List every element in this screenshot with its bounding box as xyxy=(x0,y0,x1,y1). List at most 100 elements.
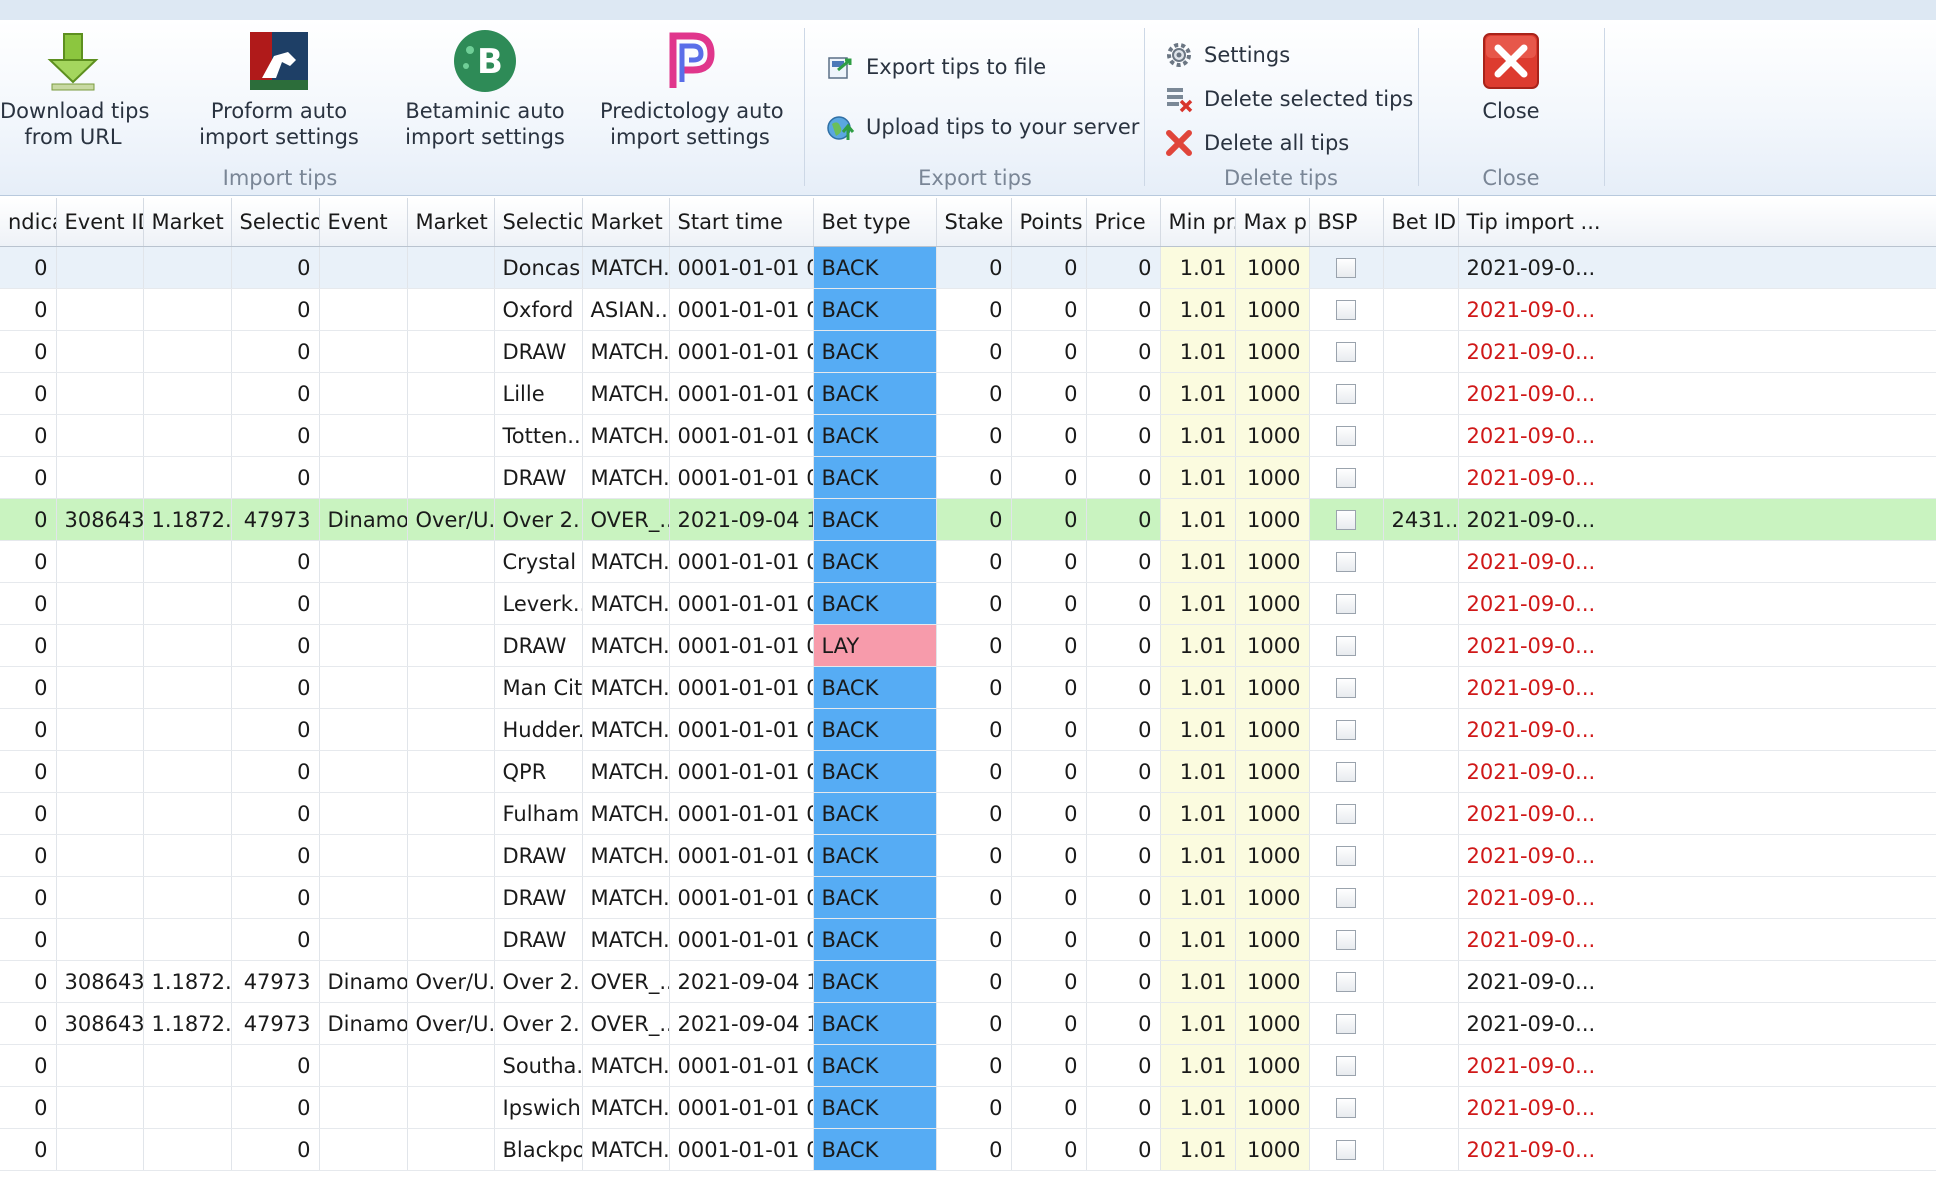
table-row[interactable]: 00Man CityMATCH...0001-01-01 00...BACK00… xyxy=(0,666,1936,709)
bsp-checkbox[interactable] xyxy=(1336,299,1356,320)
bsp-checkbox[interactable] xyxy=(1336,551,1356,572)
cell-bsp[interactable] xyxy=(1309,582,1384,625)
cell-bsp[interactable] xyxy=(1309,372,1384,415)
table-row[interactable]: 00Doncas...MATCH...0001-01-01 00...BACK0… xyxy=(0,246,1936,289)
cell-bsp[interactable] xyxy=(1309,1002,1384,1045)
table-row[interactable]: 00IpswichMATCH...0001-01-01 00...BACK000… xyxy=(0,1086,1936,1129)
bsp-checkbox[interactable] xyxy=(1336,1013,1356,1034)
cell-bsp[interactable] xyxy=(1309,1128,1384,1171)
bsp-checkbox[interactable] xyxy=(1336,971,1356,992)
column-header[interactable]: Min pr... xyxy=(1160,198,1236,247)
column-header[interactable]: Selection xyxy=(494,198,583,247)
column-header[interactable]: Max p... xyxy=(1235,198,1310,247)
download-tips-button[interactable]: Download tips from URL xyxy=(0,26,149,150)
close-button[interactable]: Close xyxy=(1422,26,1600,124)
bsp-checkbox[interactable] xyxy=(1336,803,1356,824)
bsp-checkbox[interactable] xyxy=(1336,341,1356,362)
column-header[interactable]: Selectio... xyxy=(231,198,320,247)
bsp-checkbox[interactable] xyxy=(1336,383,1356,404)
cell-bsp[interactable] xyxy=(1309,498,1384,541)
bsp-checkbox[interactable] xyxy=(1336,719,1356,740)
table-row[interactable]: 00Crystal ...MATCH...0001-01-01 00...BAC… xyxy=(0,540,1936,583)
table-row[interactable]: 0308643...1.1872...47973Dinamo...Over/U.… xyxy=(0,1002,1936,1045)
cell-bsp[interactable] xyxy=(1309,792,1384,835)
bsp-checkbox[interactable] xyxy=(1336,761,1356,782)
column-header[interactable]: Tip import ... xyxy=(1458,198,1936,247)
bsp-checkbox[interactable] xyxy=(1336,593,1356,614)
column-header[interactable]: Price xyxy=(1086,198,1161,247)
bsp-checkbox[interactable] xyxy=(1336,1097,1356,1118)
predictology-label-2: import settings xyxy=(610,125,770,149)
table-row[interactable]: 00QPRMATCH...0001-01-01 00...BACK0001.01… xyxy=(0,750,1936,793)
table-row[interactable]: 00FulhamMATCH...0001-01-01 00...BACK0001… xyxy=(0,792,1936,835)
betaminic-settings-button[interactable]: B Betaminic auto import settings xyxy=(400,26,570,150)
cell-selection-id: 0 xyxy=(231,750,320,793)
table-row[interactable]: 00LilleMATCH...0001-01-01 00...BACK0001.… xyxy=(0,372,1936,415)
cell-bsp[interactable] xyxy=(1309,456,1384,499)
cell-bsp[interactable] xyxy=(1309,666,1384,709)
column-header[interactable]: Points xyxy=(1011,198,1087,247)
cell-start-time: 0001-01-01 00... xyxy=(669,582,814,625)
cell-bsp[interactable] xyxy=(1309,960,1384,1003)
table-row[interactable]: 00Hudder...MATCH...0001-01-01 00...BACK0… xyxy=(0,708,1936,751)
cell-bsp[interactable] xyxy=(1309,834,1384,877)
export-tips-to-file-button[interactable]: Export tips to file xyxy=(826,52,1046,82)
bsp-checkbox[interactable] xyxy=(1336,257,1356,278)
cell-bsp[interactable] xyxy=(1309,918,1384,961)
column-header[interactable]: Bet type xyxy=(813,198,937,247)
cell-bsp[interactable] xyxy=(1309,624,1384,667)
column-header[interactable]: Event ID xyxy=(56,198,144,247)
column-header[interactable]: Bet ID xyxy=(1383,198,1459,247)
table-row[interactable]: 00BlackpoolMATCH...0001-01-01 00...BACK0… xyxy=(0,1128,1936,1171)
settings-button[interactable]: Settings xyxy=(1164,40,1290,70)
bsp-checkbox[interactable] xyxy=(1336,467,1356,488)
table-row[interactable]: 00Southa...MATCH...0001-01-01 00...BACK0… xyxy=(0,1044,1936,1087)
cell-bsp[interactable] xyxy=(1309,1044,1384,1087)
cell-bsp[interactable] xyxy=(1309,288,1384,331)
column-header[interactable]: Event xyxy=(319,198,408,247)
proform-settings-button[interactable]: Proform auto import settings xyxy=(194,26,364,150)
table-row[interactable]: 0308643...1.1872...47973Dinamo...Over/U.… xyxy=(0,498,1936,541)
cell-bsp[interactable] xyxy=(1309,750,1384,793)
bsp-checkbox[interactable] xyxy=(1336,425,1356,446)
cell-bsp[interactable] xyxy=(1309,414,1384,457)
column-header[interactable]: Market ... xyxy=(143,198,232,247)
column-header[interactable]: Start time xyxy=(669,198,814,247)
bsp-checkbox[interactable] xyxy=(1336,929,1356,950)
bsp-checkbox[interactable] xyxy=(1336,887,1356,908)
bsp-checkbox[interactable] xyxy=(1336,509,1356,530)
table-row[interactable]: 00DRAWMATCH...0001-01-01 00...LAY0001.01… xyxy=(0,624,1936,667)
bsp-checkbox[interactable] xyxy=(1336,635,1356,656)
cell-bsp[interactable] xyxy=(1309,1086,1384,1129)
cell-bsp[interactable] xyxy=(1309,246,1384,289)
cell-bsp[interactable] xyxy=(1309,330,1384,373)
bsp-checkbox[interactable] xyxy=(1336,845,1356,866)
table-row[interactable]: 00DRAWMATCH...0001-01-01 00...BACK0001.0… xyxy=(0,918,1936,961)
column-header[interactable]: ndicap xyxy=(0,198,57,247)
delete-all-tips-button[interactable]: Delete all tips xyxy=(1164,128,1349,158)
column-header[interactable]: Market xyxy=(407,198,495,247)
table-row[interactable]: 00DRAWMATCH...0001-01-01 00...BACK0001.0… xyxy=(0,834,1936,877)
table-row[interactable]: 00Totten...MATCH...0001-01-01 00...BACK0… xyxy=(0,414,1936,457)
cell-handicap: 0 xyxy=(0,960,57,1003)
table-row[interactable]: 00Leverk...MATCH...0001-01-01 00...BACK0… xyxy=(0,582,1936,625)
cell-bsp[interactable] xyxy=(1309,708,1384,751)
column-header[interactable]: BSP xyxy=(1309,198,1384,247)
cell-bsp[interactable] xyxy=(1309,876,1384,919)
cell-selection: Over 2.... xyxy=(494,498,583,541)
bsp-checkbox[interactable] xyxy=(1336,1055,1356,1076)
upload-tips-button[interactable]: Upload tips to your server xyxy=(826,112,1139,142)
column-header[interactable]: Stake xyxy=(936,198,1012,247)
table-row[interactable]: 00OxfordASIAN...0001-01-01 00...BACK0001… xyxy=(0,288,1936,331)
cell-bsp[interactable] xyxy=(1309,540,1384,583)
table-row[interactable]: 0308643...1.1872...47973Dinamo...Over/U.… xyxy=(0,960,1936,1003)
predictology-settings-button[interactable]: Predictology auto import settings xyxy=(600,26,784,150)
delete-selected-tips-button[interactable]: Delete selected tips xyxy=(1164,84,1413,114)
table-row[interactable]: 00DRAWMATCH...0001-01-01 00...BACK0001.0… xyxy=(0,876,1936,919)
bsp-checkbox[interactable] xyxy=(1336,677,1356,698)
table-row[interactable]: 00DRAWMATCH...0001-01-01 00...BACK0001.0… xyxy=(0,456,1936,499)
bsp-checkbox[interactable] xyxy=(1336,1139,1356,1160)
column-header[interactable]: Market ... xyxy=(582,198,670,247)
cell-event xyxy=(319,1044,408,1087)
table-row[interactable]: 00DRAWMATCH...0001-01-01 00...BACK0001.0… xyxy=(0,330,1936,373)
